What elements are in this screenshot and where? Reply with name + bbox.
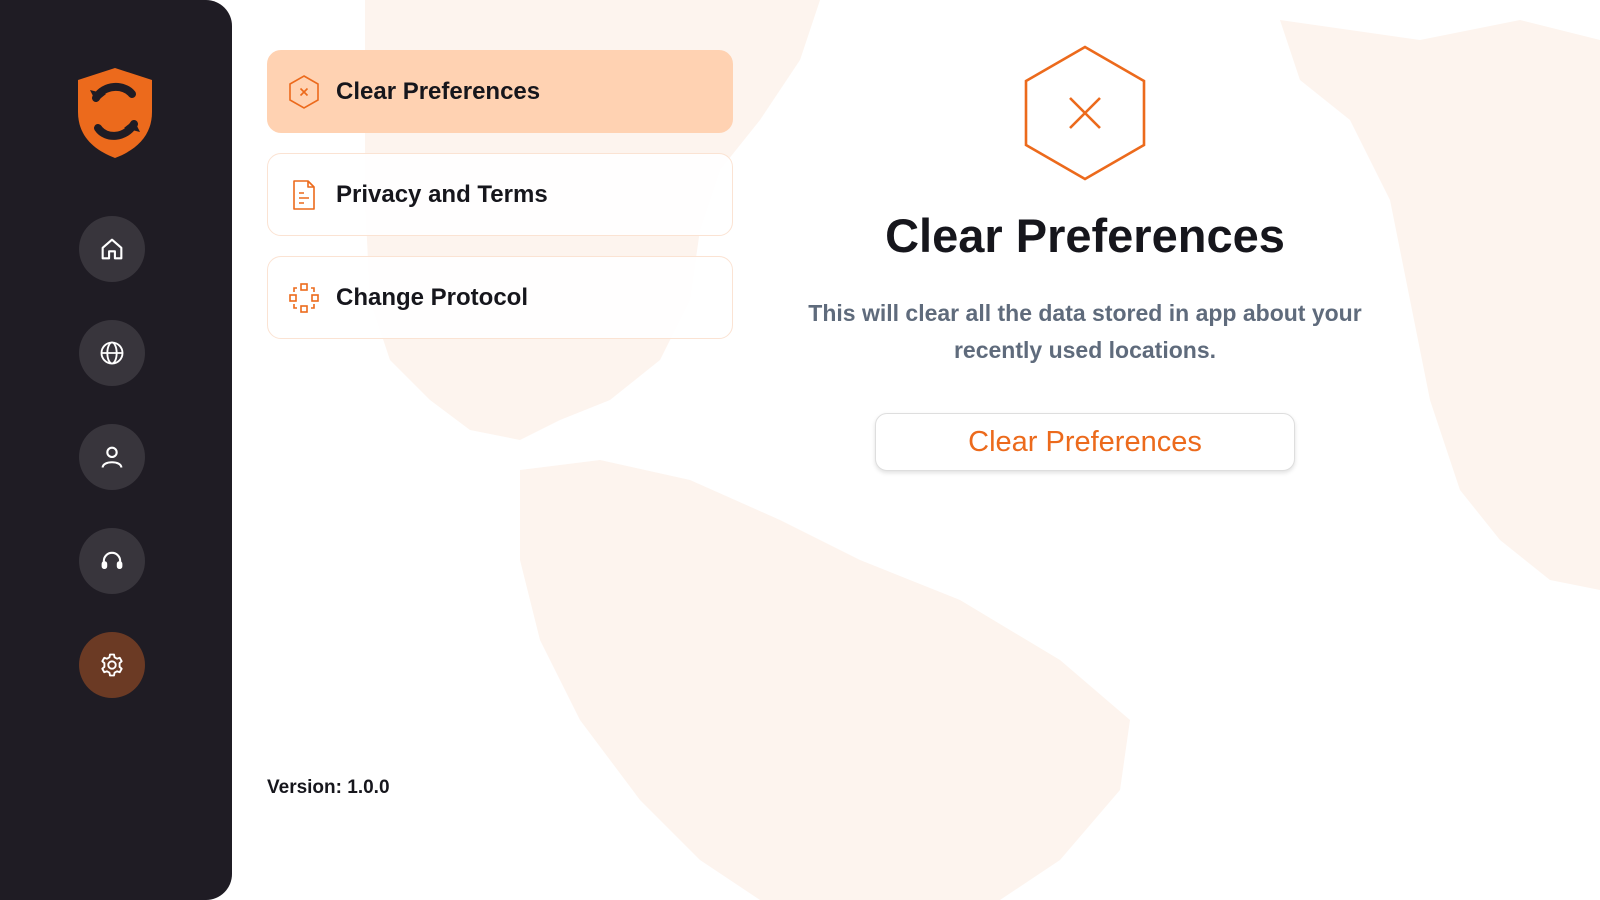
- sidebar: [0, 0, 232, 900]
- clear-preferences-button[interactable]: Clear Preferences: [875, 413, 1295, 471]
- home-icon: [101, 238, 123, 260]
- headset-icon: [101, 551, 123, 570]
- gear-icon: [101, 653, 123, 677]
- menu-item-privacy-terms[interactable]: Privacy and Terms: [267, 153, 733, 236]
- menu-item-label: Clear Preferences: [336, 77, 541, 105]
- sidebar-item-support[interactable]: [79, 528, 145, 594]
- page-title: Clear Preferences: [885, 209, 1285, 262]
- protocol-icon: [286, 280, 322, 316]
- menu-item-clear-preferences[interactable]: Clear Preferences: [267, 50, 733, 133]
- sidebar-item-account[interactable]: [79, 424, 145, 490]
- globe-icon: [100, 341, 124, 365]
- menu-item-label: Change Protocol: [336, 283, 529, 311]
- sidebar-item-settings[interactable]: [79, 632, 145, 698]
- page-description: This will clear all the data stored in a…: [808, 300, 1362, 363]
- settings-menu: Clear Preferences Privacy and Terms Chan…: [267, 50, 733, 359]
- sidebar-item-locations[interactable]: [79, 320, 145, 386]
- document-icon: [286, 177, 322, 213]
- hexagon-x-icon: [286, 74, 322, 110]
- detail-panel: Clear Preferences This will clear all th…: [808, 44, 1362, 471]
- user-icon: [101, 446, 123, 468]
- hexagon-x-icon: [1024, 45, 1146, 181]
- sidebar-item-home[interactable]: [79, 216, 145, 282]
- menu-item-change-protocol[interactable]: Change Protocol: [267, 256, 733, 339]
- shield-refresh-logo[interactable]: [74, 66, 156, 160]
- world-map-background: [365, 0, 1600, 900]
- version-label: Version: 1.0.0: [267, 777, 390, 798]
- menu-item-label: Privacy and Terms: [336, 180, 548, 208]
